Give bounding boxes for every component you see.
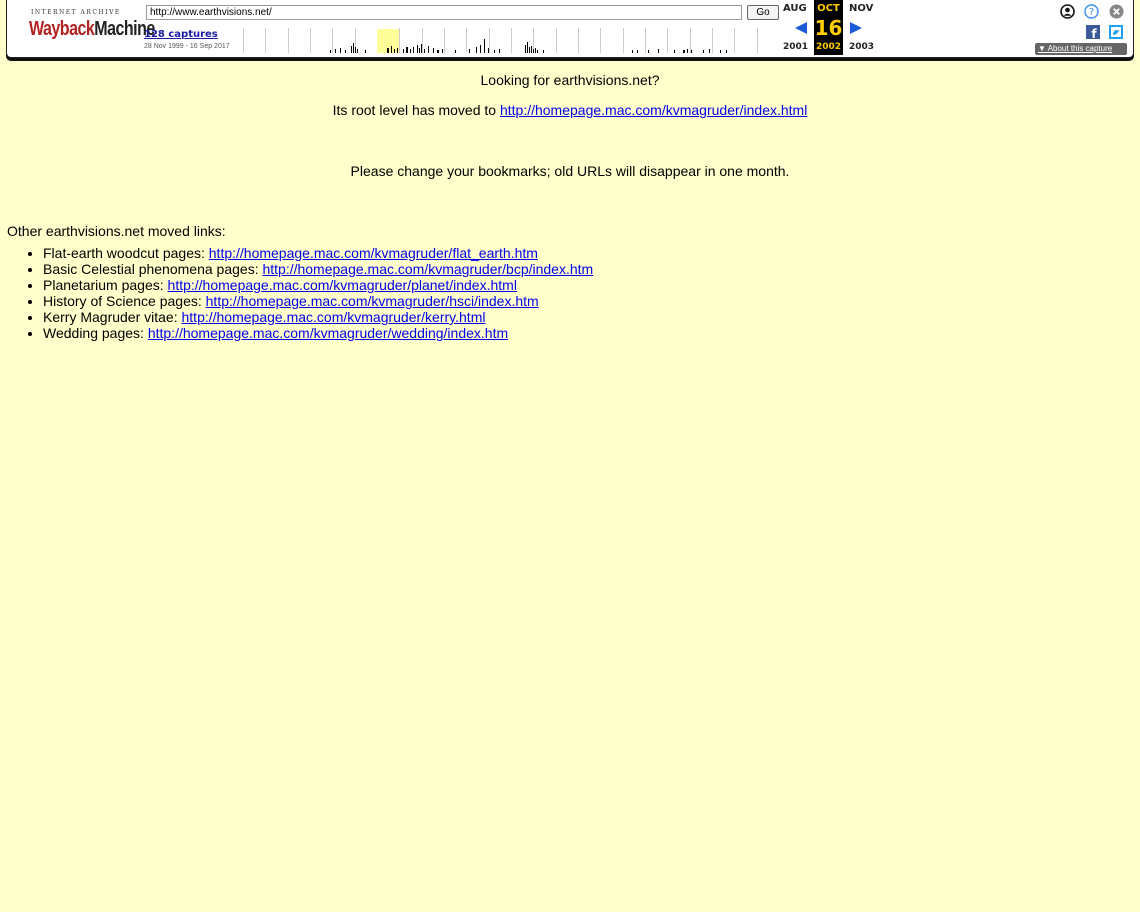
moved-link[interactable]: http://homepage.mac.com/kvmagruder/bcp/i… bbox=[262, 261, 593, 277]
about-this-capture-button[interactable]: ▼ About this capture bbox=[1035, 43, 1127, 55]
next-month-label[interactable]: NOV bbox=[849, 3, 873, 14]
prev-month-label[interactable]: AUG bbox=[783, 3, 807, 14]
moved-link[interactable]: http://homepage.mac.com/kvmagruder/weddi… bbox=[148, 325, 508, 341]
wayback-toolbar: INTERNET ARCHIVE WaybackMachine Go 128 c… bbox=[0, 0, 1140, 62]
link-description: Flat-earth woodcut pages: bbox=[43, 245, 209, 261]
close-icon[interactable] bbox=[1109, 4, 1124, 19]
moved-link[interactable]: http://homepage.mac.com/kvmagruder/plane… bbox=[168, 277, 517, 293]
svg-text:f: f bbox=[1091, 27, 1097, 39]
captures-count-link[interactable]: 128 captures bbox=[144, 29, 218, 40]
sparkline-year-dividers bbox=[243, 28, 758, 53]
go-button[interactable]: Go bbox=[747, 5, 779, 20]
prev-year-label[interactable]: 2001 bbox=[783, 42, 808, 52]
moved-links-list: Flat-earth woodcut pages: http://homepag… bbox=[0, 245, 593, 341]
wayback-url-input[interactable] bbox=[146, 5, 742, 20]
moved-notice-text: Its root level has moved to bbox=[332, 102, 500, 118]
moved-link[interactable]: http://homepage.mac.com/kvmagruder/hsci/… bbox=[206, 293, 539, 309]
link-description: History of Science pages: bbox=[43, 293, 206, 309]
svg-text:?: ? bbox=[1089, 7, 1094, 18]
logo-wayback-text: Wayback bbox=[29, 18, 95, 40]
list-item: Flat-earth woodcut pages: http://homepag… bbox=[43, 245, 593, 261]
link-description: Basic Celestial phenomena pages: bbox=[43, 261, 263, 277]
next-capture-arrow-icon[interactable] bbox=[849, 21, 863, 35]
current-month-label: OCT bbox=[817, 3, 840, 14]
help-icon[interactable]: ? bbox=[1084, 4, 1099, 19]
list-item: History of Science pages: http://homepag… bbox=[43, 293, 593, 309]
list-item: Kerry Magruder vitae: http://homepage.ma… bbox=[43, 309, 593, 325]
current-day-label: 16 bbox=[814, 16, 843, 40]
wayback-machine-logo[interactable]: WaybackMachine bbox=[29, 14, 155, 47]
moved-link[interactable]: http://homepage.mac.com/kvmagruder/flat_… bbox=[209, 245, 538, 261]
list-item: Wedding pages: http://homepage.mac.com/k… bbox=[43, 325, 593, 341]
new-root-link[interactable]: http://homepage.mac.com/kvmagruder/index… bbox=[500, 102, 807, 118]
moved-link[interactable]: http://homepage.mac.com/kvmagruder/kerry… bbox=[182, 309, 486, 325]
bookmark-notice: Please change your bookmarks; old URLs w… bbox=[350, 163, 790, 179]
current-capture-date: OCT 16 2002 bbox=[814, 0, 843, 55]
link-description: Kerry Magruder vitae: bbox=[43, 309, 182, 325]
current-year-label: 2002 bbox=[815, 42, 842, 52]
list-item: Basic Celestial phenomena pages: http://… bbox=[43, 261, 593, 277]
captures-date-range: 28 Nov 1999 - 16 Sep 2017 bbox=[144, 43, 230, 50]
list-item: Planetarium pages: http://homepage.mac.c… bbox=[43, 277, 593, 293]
facebook-icon[interactable]: f bbox=[1086, 25, 1100, 39]
page-title: Looking for earthvisions.net? bbox=[480, 72, 660, 88]
next-year-label[interactable]: 2003 bbox=[849, 42, 874, 52]
other-links-heading: Other earthvisions.net moved links: bbox=[7, 223, 226, 239]
user-icon[interactable] bbox=[1060, 4, 1075, 19]
link-description: Planetarium pages: bbox=[43, 277, 168, 293]
twitter-icon[interactable] bbox=[1109, 25, 1123, 39]
capture-sparkline[interactable] bbox=[243, 25, 780, 53]
previous-capture-arrow-icon[interactable] bbox=[794, 21, 808, 35]
moved-notice: Its root level has moved to http://homep… bbox=[0, 102, 1140, 118]
link-description: Wedding pages: bbox=[43, 325, 148, 341]
